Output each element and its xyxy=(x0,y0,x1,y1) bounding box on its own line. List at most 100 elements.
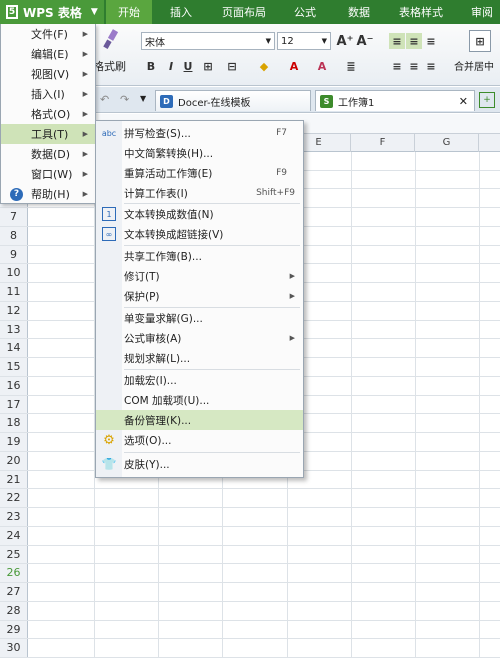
chevron-down-icon[interactable]: ▼ xyxy=(140,94,146,103)
menu-item-goal-seek[interactable]: 单变量求解(G)... xyxy=(96,308,303,328)
menu-item-text-to-number[interactable]: 1 文本转换成数值(N) xyxy=(96,204,303,224)
format-painter-label[interactable]: 格式刷 xyxy=(93,58,126,74)
redo-icon[interactable]: ↷ xyxy=(120,93,129,106)
row-number[interactable]: 16 xyxy=(0,376,28,395)
row-number[interactable]: 22 xyxy=(0,489,28,508)
align-middle-icon[interactable]: ≡ xyxy=(406,33,422,49)
table-row: 30 xyxy=(0,639,500,658)
increase-font-icon[interactable]: A⁺ xyxy=(337,33,354,49)
font-color-icon[interactable]: A xyxy=(286,58,302,74)
menu-item-com-add-ins[interactable]: COM 加载项(U)... xyxy=(96,390,303,410)
menu-item-recalc-workbook[interactable]: 重算活动工作簿(E) F9 xyxy=(96,163,303,183)
row-number[interactable]: 30 xyxy=(0,639,28,657)
menu-item-label: 文本转换成数值(N) xyxy=(124,208,214,221)
close-icon[interactable]: ✕ xyxy=(459,95,468,108)
tab-data[interactable]: 数据 xyxy=(336,0,382,24)
align-top-icon[interactable]: ≡ xyxy=(389,33,405,49)
tab-insert[interactable]: 插入 xyxy=(158,0,204,24)
font-size-select[interactable]: 12 ▼ xyxy=(277,32,331,50)
row-number[interactable]: 11 xyxy=(0,283,28,301)
merge-center-icon[interactable]: ⊞ xyxy=(469,30,491,52)
tab-table-style[interactable]: 表格样式 xyxy=(390,0,452,24)
menu-item-chinese-conversion[interactable]: 中文简繁转换(H)... xyxy=(96,143,303,163)
menu-item-data[interactable]: 数据(D) ▶ xyxy=(1,144,96,164)
menu-item-add-ins[interactable]: 加载宏(I)... xyxy=(96,370,303,390)
align-center-icon[interactable]: ≡ xyxy=(406,58,422,74)
table-row: 23 xyxy=(0,508,500,527)
row-number[interactable]: 14 xyxy=(0,339,28,358)
row-number[interactable]: 7 xyxy=(0,208,28,226)
app-menu-button[interactable]: 5 WPS 表格 ▼ xyxy=(0,0,104,24)
table-row: 22 xyxy=(0,489,500,509)
menu-item-spell-check[interactable]: abc 拼写检查(S)... F7 xyxy=(96,123,303,143)
undo-icon[interactable]: ↶ xyxy=(100,93,109,106)
merge-center-label[interactable]: 合并居中 xyxy=(454,58,494,73)
menu-item-track-changes[interactable]: 修订(T) ▶ xyxy=(96,266,303,286)
menu-item-view[interactable]: 视图(V) ▶ xyxy=(1,64,96,84)
row-number[interactable]: 8 xyxy=(0,226,28,245)
main-menu: 文件(F) ▶ 编辑(E) ▶ 视图(V) ▶ 插入(I) ▶ 格式(O) ▶ 工具(T)… xyxy=(0,24,96,204)
row-number[interactable]: 25 xyxy=(0,545,28,564)
row-number[interactable]: 20 xyxy=(0,451,28,470)
row-number[interactable]: 9 xyxy=(0,245,28,264)
menu-item-backup-management[interactable]: 备份管理(K)... xyxy=(96,410,303,430)
chevron-right-icon: ▶ xyxy=(289,292,295,300)
format-painter-icon[interactable] xyxy=(100,28,122,50)
menu-item-text-to-hyperlink[interactable]: ∞ 文本转换成超链接(V) xyxy=(96,224,303,244)
menu-item-format[interactable]: 格式(O) ▶ xyxy=(1,104,96,124)
border-icon[interactable]: ⊞ xyxy=(200,58,216,74)
menu-item-share-workbook[interactable]: 共享工作簿(B)... xyxy=(96,246,303,266)
menu-item-formula-auditing[interactable]: 公式审核(A) ▶ xyxy=(96,328,303,348)
row-number[interactable]: 26 xyxy=(0,564,28,583)
chevron-down-icon: ▼ xyxy=(321,37,327,45)
font-name-select[interactable]: 宋体 ▼ xyxy=(141,32,275,50)
menu-item-label: 单变量求解(G)... xyxy=(124,312,203,325)
menu-item-calc-sheet[interactable]: 计算工作表(I) Shift+F9 xyxy=(96,183,303,203)
underline-icon[interactable]: U xyxy=(180,58,196,74)
row-number[interactable]: 10 xyxy=(0,264,28,283)
clear-format-icon[interactable]: A xyxy=(314,58,330,74)
shortcut-label: F9 xyxy=(276,168,287,178)
decrease-font-icon[interactable]: A⁻ xyxy=(357,33,374,49)
menu-item-solver[interactable]: 规划求解(L)... xyxy=(96,348,303,368)
row-number[interactable]: 27 xyxy=(0,583,28,601)
tab-page-layout[interactable]: 页面布局 xyxy=(214,0,274,24)
row-number[interactable]: 21 xyxy=(0,470,28,489)
align-right-icon[interactable]: ≡ xyxy=(423,58,439,74)
tab-review[interactable]: 审阅 xyxy=(462,0,500,24)
row-number[interactable]: 12 xyxy=(0,301,28,320)
merge-cells-icon[interactable]: ⊟ xyxy=(224,58,240,74)
row-number[interactable]: 24 xyxy=(0,526,28,545)
spreadsheet-icon: S xyxy=(320,94,333,108)
menu-item-tools[interactable]: 工具(T) ▶ xyxy=(1,124,96,144)
menu-item-skin[interactable]: 👕 皮肤(Y)... xyxy=(96,454,303,474)
doc-tab-docer[interactable]: D Docer-在线模板 xyxy=(155,90,311,111)
fill-color-icon[interactable]: ◆ xyxy=(256,58,272,74)
bold-icon[interactable]: B xyxy=(143,58,159,74)
row-number[interactable]: 29 xyxy=(0,620,28,639)
menu-item-edit[interactable]: 编辑(E) ▶ xyxy=(1,44,96,64)
tab-formulas[interactable]: 公式 xyxy=(282,0,328,24)
new-tab-icon[interactable]: + xyxy=(479,92,495,108)
align-left-icon[interactable]: ≡ xyxy=(389,58,405,74)
doc-tab-workbook[interactable]: S 工作簿1 ✕ xyxy=(315,90,475,111)
align-bottom-icon[interactable]: ≡ xyxy=(423,33,439,49)
row-number[interactable]: 28 xyxy=(0,601,28,620)
row-number[interactable]: 23 xyxy=(0,508,28,526)
menu-item-file[interactable]: 文件(F) ▶ xyxy=(1,24,96,44)
row-number[interactable]: 17 xyxy=(0,395,28,414)
column-header-g[interactable]: G xyxy=(415,134,479,152)
row-number[interactable]: 19 xyxy=(0,433,28,451)
menu-item-window[interactable]: 窗口(W) ▶ xyxy=(1,164,96,184)
row-number[interactable]: 18 xyxy=(0,414,28,433)
menu-item-protect[interactable]: 保护(P) ▶ xyxy=(96,286,303,306)
row-number[interactable]: 13 xyxy=(0,320,28,339)
menu-item-insert[interactable]: 插入(I) ▶ xyxy=(1,84,96,104)
tab-home[interactable]: 开始 xyxy=(106,0,152,24)
column-header-f[interactable]: F xyxy=(351,134,415,152)
menu-item-help[interactable]: ? 帮助(H) ▶ xyxy=(1,184,96,204)
row-number[interactable]: 15 xyxy=(0,358,28,376)
italic-icon[interactable]: I xyxy=(163,58,179,74)
menu-item-options[interactable]: ⚙ 选项(O)... xyxy=(96,430,303,450)
wrap-text-icon[interactable]: ≣ xyxy=(343,58,359,74)
